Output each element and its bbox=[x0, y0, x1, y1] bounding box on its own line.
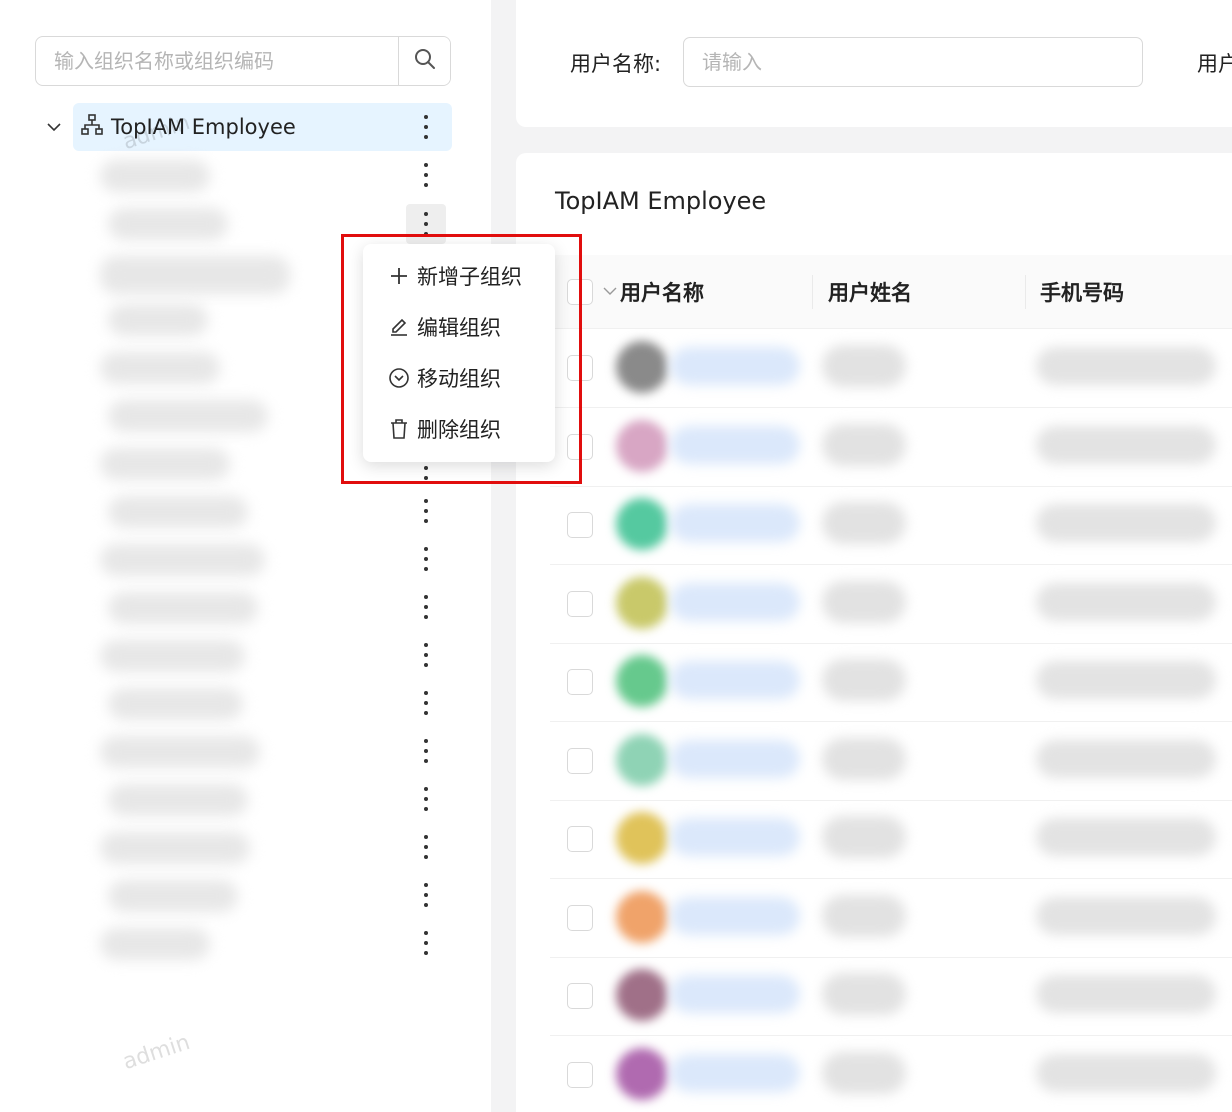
phone-cell-blurred bbox=[1036, 818, 1216, 856]
username-filter-label: 用户名称: bbox=[570, 52, 662, 76]
node-more-button[interactable] bbox=[416, 640, 436, 670]
chevron-down-icon[interactable] bbox=[44, 117, 64, 137]
root-more-button[interactable] bbox=[416, 112, 436, 142]
search-icon bbox=[413, 47, 437, 75]
row-checkbox[interactable] bbox=[567, 669, 593, 695]
username-filter-input[interactable] bbox=[683, 37, 1143, 87]
phone-cell-blurred bbox=[1036, 347, 1216, 385]
username-cell-blurred bbox=[670, 425, 800, 464]
avatar bbox=[616, 733, 668, 786]
table-row[interactable] bbox=[550, 329, 1232, 408]
table-header: 用户名称 用户姓名 手机号码 bbox=[550, 255, 1232, 329]
avatar bbox=[616, 341, 668, 393]
avatar bbox=[616, 576, 668, 629]
table-row[interactable] bbox=[550, 800, 1232, 879]
fullname-cell-blurred bbox=[822, 659, 906, 701]
node-more-button[interactable] bbox=[416, 928, 436, 958]
username-cell-blurred bbox=[670, 504, 800, 542]
phone-cell-blurred bbox=[1036, 739, 1216, 778]
avatar bbox=[616, 1047, 668, 1100]
row-checkbox[interactable] bbox=[567, 1061, 593, 1088]
avatar bbox=[616, 498, 668, 550]
avatar bbox=[616, 419, 668, 472]
row-checkbox[interactable] bbox=[567, 590, 593, 617]
user-table-card: TopIAM Employee 用户名称 用户姓名 手机号码 admin adm… bbox=[516, 153, 1232, 1112]
org-tree-panel: TopIAM Employee admin admin bbox=[0, 0, 491, 1112]
username-cell-blurred bbox=[670, 661, 800, 699]
fullname-cell-blurred bbox=[822, 894, 906, 937]
phone-cell-blurred bbox=[1036, 896, 1216, 935]
node-more-button[interactable] bbox=[416, 784, 436, 814]
search-button[interactable] bbox=[398, 37, 450, 85]
fullname-cell-blurred bbox=[822, 816, 906, 858]
username-cell-blurred bbox=[670, 1053, 800, 1092]
avatar bbox=[616, 890, 668, 943]
column-header-username: 用户名称 bbox=[620, 281, 704, 305]
org-structure-icon bbox=[81, 114, 103, 140]
avatar bbox=[616, 655, 668, 707]
username-cell-blurred bbox=[670, 896, 800, 935]
username-cell-blurred bbox=[670, 975, 800, 1013]
username-cell-blurred bbox=[670, 347, 800, 385]
table-row[interactable] bbox=[550, 408, 1232, 487]
chevron-down-icon[interactable] bbox=[602, 283, 618, 303]
node-more-button[interactable] bbox=[416, 592, 436, 622]
table-row[interactable] bbox=[550, 643, 1232, 722]
fullname-cell-blurred bbox=[822, 973, 906, 1015]
tree-children-blurred bbox=[80, 160, 290, 960]
phone-cell-blurred bbox=[1036, 504, 1216, 542]
phone-cell-blurred bbox=[1036, 661, 1216, 699]
fullname-cell-blurred bbox=[822, 423, 906, 466]
phone-cell-blurred bbox=[1036, 425, 1216, 464]
username-cell-blurred bbox=[670, 818, 800, 856]
row-checkbox[interactable] bbox=[567, 983, 593, 1009]
annotation-highlight-box bbox=[341, 234, 582, 484]
node-more-button[interactable] bbox=[416, 160, 436, 190]
node-more-button[interactable] bbox=[416, 688, 436, 718]
node-more-button[interactable] bbox=[416, 832, 436, 862]
node-more-button[interactable] bbox=[416, 736, 436, 766]
table-row[interactable] bbox=[550, 957, 1232, 1036]
second-filter-label: 用户 bbox=[1197, 52, 1232, 76]
table-row[interactable] bbox=[550, 879, 1232, 958]
table-row[interactable] bbox=[550, 1036, 1232, 1112]
phone-cell-blurred bbox=[1036, 975, 1216, 1013]
watermark: admin bbox=[119, 1029, 194, 1076]
avatar bbox=[616, 969, 668, 1021]
fullname-cell-blurred bbox=[822, 580, 906, 623]
table-title: TopIAM Employee bbox=[555, 187, 767, 215]
table-row[interactable] bbox=[550, 722, 1232, 801]
fullname-cell-blurred bbox=[822, 502, 906, 544]
row-checkbox[interactable] bbox=[567, 512, 593, 538]
row-checkbox[interactable] bbox=[567, 826, 593, 852]
node-more-button[interactable] bbox=[416, 496, 436, 526]
filter-card: 用户名称: 用户 bbox=[516, 0, 1232, 127]
column-header-fullname: 用户姓名 bbox=[828, 281, 912, 305]
row-checkbox[interactable] bbox=[567, 747, 593, 774]
column-header-phone: 手机号码 bbox=[1040, 281, 1124, 305]
node-more-button[interactable] bbox=[416, 880, 436, 910]
row-checkbox[interactable] bbox=[567, 904, 593, 931]
org-search-box bbox=[35, 36, 451, 86]
phone-cell-blurred bbox=[1036, 582, 1216, 621]
username-cell-blurred bbox=[670, 739, 800, 778]
table-row[interactable] bbox=[550, 565, 1232, 644]
phone-cell-blurred bbox=[1036, 1053, 1216, 1092]
org-search-input[interactable] bbox=[36, 37, 398, 85]
fullname-cell-blurred bbox=[822, 345, 906, 387]
avatar bbox=[616, 812, 668, 864]
tree-root-node[interactable]: TopIAM Employee bbox=[44, 103, 452, 151]
username-cell-blurred bbox=[670, 582, 800, 621]
table-row[interactable] bbox=[550, 486, 1232, 565]
fullname-cell-blurred bbox=[822, 737, 906, 780]
fullname-cell-blurred bbox=[822, 1051, 906, 1094]
node-more-button[interactable] bbox=[416, 544, 436, 574]
